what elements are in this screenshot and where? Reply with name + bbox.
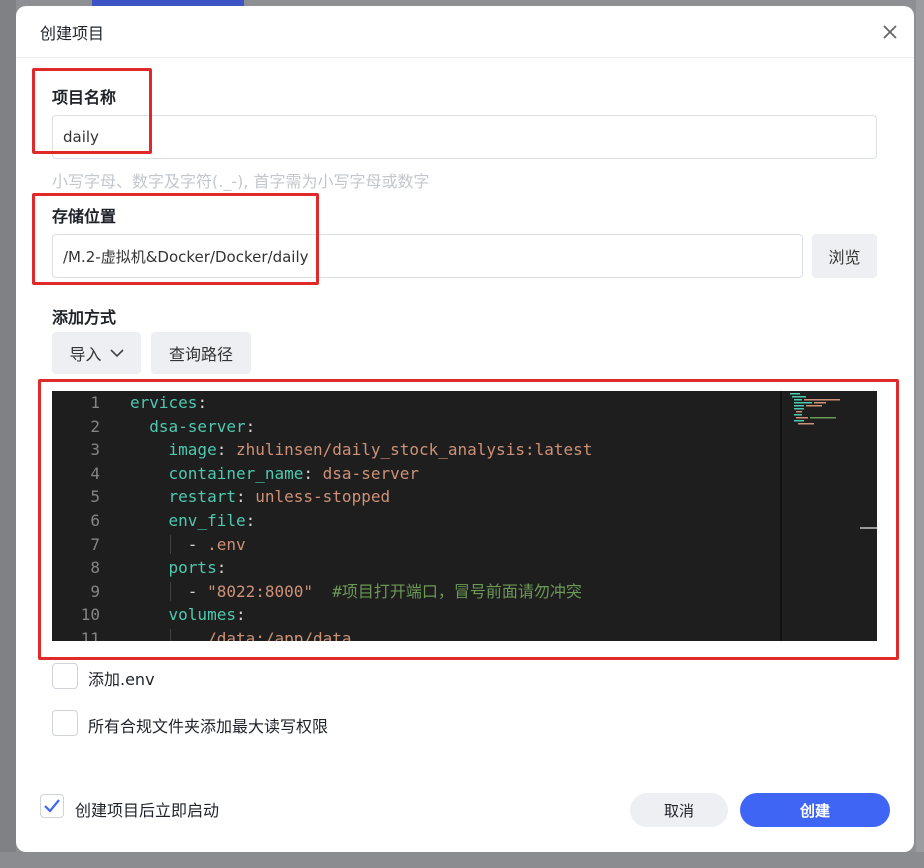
project-name-label: 项目名称	[52, 88, 117, 107]
editor-minimap[interactable]	[780, 391, 860, 641]
project-name-hint: 小写字母、数字及字符(._-), 首字需为小写字母或数字	[52, 172, 430, 191]
storage-label: 存储位置	[52, 207, 117, 226]
storage-path-value: /M.2-虚拟机&Docker/Docker/daily	[63, 247, 309, 266]
close-icon	[883, 25, 897, 39]
dialog-header: 创建项目	[16, 6, 914, 58]
line-number: 10	[80, 605, 100, 625]
import-label: 导入	[69, 345, 102, 364]
close-button[interactable]	[878, 20, 902, 44]
line-number: 9	[90, 581, 100, 601]
code-line: 5 restart: unless-stopped	[52, 485, 782, 509]
add-env-label: 添加.env	[88, 670, 155, 689]
code-line: 10 volumes:	[52, 603, 782, 627]
import-dropdown[interactable]: 导入	[52, 332, 141, 374]
code-line: 11 /data:/app/data	[52, 627, 782, 641]
start-after-create-checkbox[interactable]	[40, 794, 64, 818]
code-line: 6 env_file:	[52, 509, 782, 533]
indent-guide	[170, 534, 172, 555]
storage-path-input[interactable]: /M.2-虚拟机&Docker/Docker/daily	[52, 234, 803, 278]
browse-button[interactable]: 浏览	[812, 234, 877, 278]
line-code: image: zhulinsen/daily_stock_analysis:la…	[168, 440, 593, 460]
code-line: 9 - "8022:8000" #项目打开端口，冒号前面请勿冲突	[52, 580, 782, 604]
code-line: 4 container_name: dsa-server	[52, 462, 782, 486]
line-number: 7	[90, 534, 100, 554]
indent-guide	[170, 581, 172, 602]
line-number: 5	[90, 487, 100, 507]
add-env-checkbox[interactable]	[52, 663, 78, 689]
query-path-button[interactable]: 查询路径	[151, 332, 251, 374]
background-page-bottom	[0, 852, 924, 868]
line-number: 2	[90, 416, 100, 436]
line-code: ports:	[168, 558, 227, 578]
code-line: 8 ports:	[52, 556, 782, 580]
line-code: ervices:	[130, 393, 208, 412]
code-line: 2 dsa-server:	[52, 415, 782, 439]
minimap-preview	[790, 393, 840, 425]
line-number: 8	[90, 558, 100, 578]
line-code: - "8022:8000" #项目打开端口，冒号前面请勿冲突	[187, 581, 582, 601]
background-page-right	[916, 0, 924, 868]
code-line: 7 - .env	[52, 533, 782, 557]
line-number: 3	[90, 440, 100, 460]
background-page-left	[0, 0, 16, 868]
line-number: 1	[90, 393, 100, 412]
line-code: volumes:	[168, 605, 246, 625]
line-number: 11	[80, 629, 100, 641]
compose-code-editor[interactable]: 1 ervices: 2 dsa-server: 3 image: zhulinsen…	[52, 391, 877, 641]
line-number: 6	[90, 511, 100, 530]
line-code: env_file:	[168, 511, 256, 530]
chevron-down-icon	[109, 349, 124, 358]
line-code: /data:/app/data	[207, 629, 352, 641]
add-method-label: 添加方式	[52, 308, 117, 327]
create-button[interactable]: 创建	[740, 793, 890, 827]
editor-scrollbar[interactable]	[860, 527, 877, 529]
checkmark-icon	[44, 799, 60, 813]
line-code: restart: unless-stopped	[168, 487, 391, 507]
max-permission-checkbox[interactable]	[52, 710, 78, 736]
line-number: 4	[90, 463, 100, 483]
project-name-input[interactable]: daily	[52, 115, 877, 159]
create-project-dialog: 创建项目 项目名称 daily 小写字母、数字及字符(._-), 首字需为小写字…	[16, 6, 914, 852]
start-after-create-label: 创建项目后立即启动	[75, 801, 220, 820]
line-code: container_name: dsa-server	[168, 463, 419, 483]
line-code: - .env	[187, 534, 246, 554]
project-name-value: daily	[63, 128, 99, 146]
indent-guide	[170, 629, 172, 641]
code-line: 3 image: zhulinsen/daily_stock_analysis:…	[52, 438, 782, 462]
max-permission-label: 所有合规文件夹添加最大读写权限	[88, 717, 329, 736]
cancel-button[interactable]: 取消	[630, 793, 728, 827]
dialog-title: 创建项目	[40, 24, 105, 43]
line-code: dsa-server:	[149, 416, 256, 436]
code-line: 1 ervices:	[52, 391, 782, 415]
